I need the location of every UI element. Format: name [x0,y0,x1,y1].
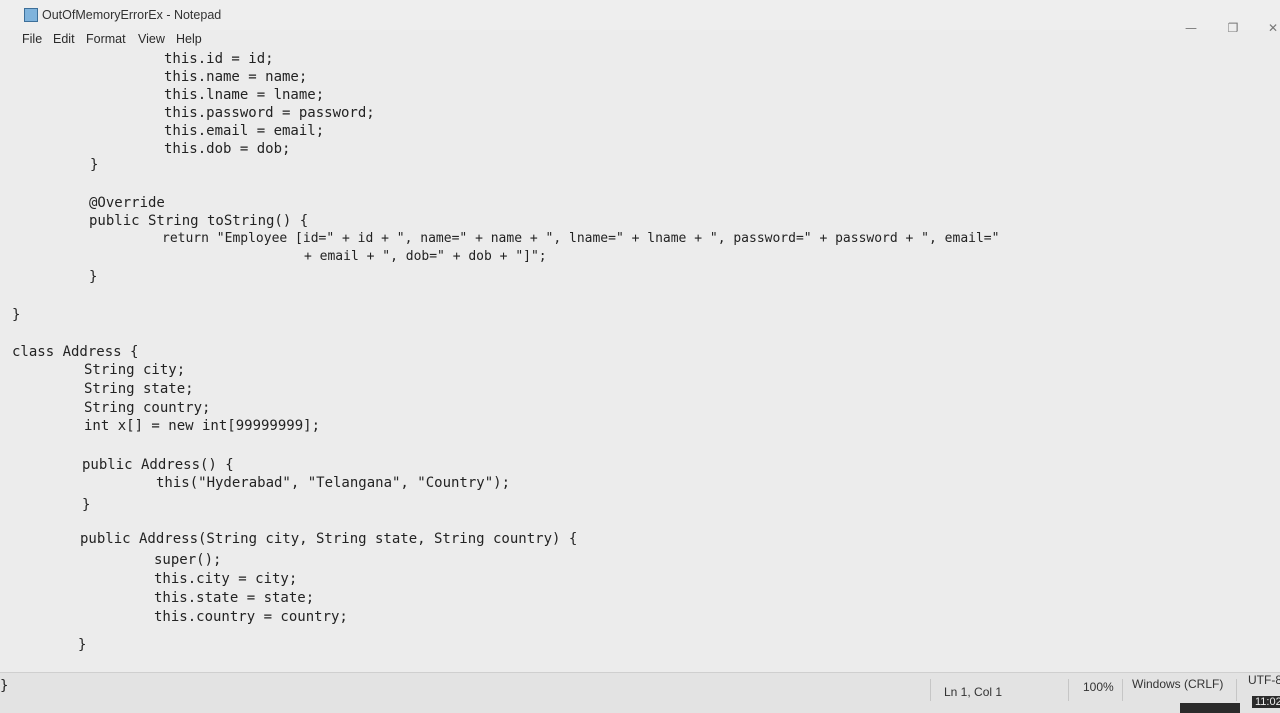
encoding: UTF-8 [1248,673,1280,687]
taskbar-clock[interactable]: 11:02 [1252,696,1280,708]
code-line: this.lname = lname; [164,87,325,103]
code-line: } [89,269,98,285]
menu-format[interactable]: Format [86,32,126,46]
code-line: + email + ", dob=" + dob + "]"; [304,249,547,264]
code-line: public Address(String city, String state… [80,531,578,547]
text-editor[interactable]: this.id = id; this.name = name; this.lna… [0,48,1280,670]
code-line: public Address() { [82,457,234,473]
status-bar: } Ln 1, Col 1 100% Windows (CRLF) UTF-8 [0,672,1280,713]
notepad-window: OutOfMemoryErrorEx - Notepad — ❐ ✕ File … [0,0,1280,713]
code-line: int x[] = new int[99999999]; [84,418,321,434]
code-line: } [90,157,99,173]
code-line: this.city = city; [154,571,298,587]
status-divider [1122,679,1123,701]
code-line: return "Employee [id=" + id + ", name=" … [162,231,1000,246]
code-line: } [78,637,87,653]
cursor-position: Ln 1, Col 1 [944,685,1003,699]
menu-edit[interactable]: Edit [53,32,75,46]
code-line: } [12,307,21,323]
code-line: this("Hyderabad", "Telangana", "Country"… [156,475,511,491]
window-title: OutOfMemoryErrorEx - Notepad [42,8,222,22]
code-line: String country; [84,400,211,416]
code-line: this.name = name; [164,69,308,85]
code-line: String city; [84,362,186,378]
code-line: super(); [154,552,222,568]
code-line: public String toString() { [89,213,309,229]
code-line: this.state = state; [154,590,315,606]
status-divider [1236,679,1237,701]
taskbar-tray [1180,703,1240,713]
code-line: String state; [84,381,194,397]
code-line: class Address { [12,344,139,360]
title-bar[interactable]: OutOfMemoryErrorEx - Notepad — ❐ ✕ [0,0,1280,35]
menu-view[interactable]: View [138,32,165,46]
status-divider [930,679,931,701]
menu-help[interactable]: Help [176,32,202,46]
code-line: this.dob = dob; [164,141,291,157]
code-line: this.country = country; [154,609,348,625]
line-ending: Windows (CRLF) [1132,677,1224,691]
status-divider [1068,679,1069,701]
code-line: this.password = password; [164,105,375,121]
code-line: this.id = id; [164,51,274,67]
notepad-icon [24,8,38,22]
code-line: } [82,497,91,513]
code-line: @Override [89,195,165,211]
zoom-level: 100% [1083,680,1114,694]
code-line: } [0,678,9,694]
menu-file[interactable]: File [22,32,42,46]
code-line: this.email = email; [164,123,325,139]
menu-bar: File Edit Format View Help [0,30,1280,50]
